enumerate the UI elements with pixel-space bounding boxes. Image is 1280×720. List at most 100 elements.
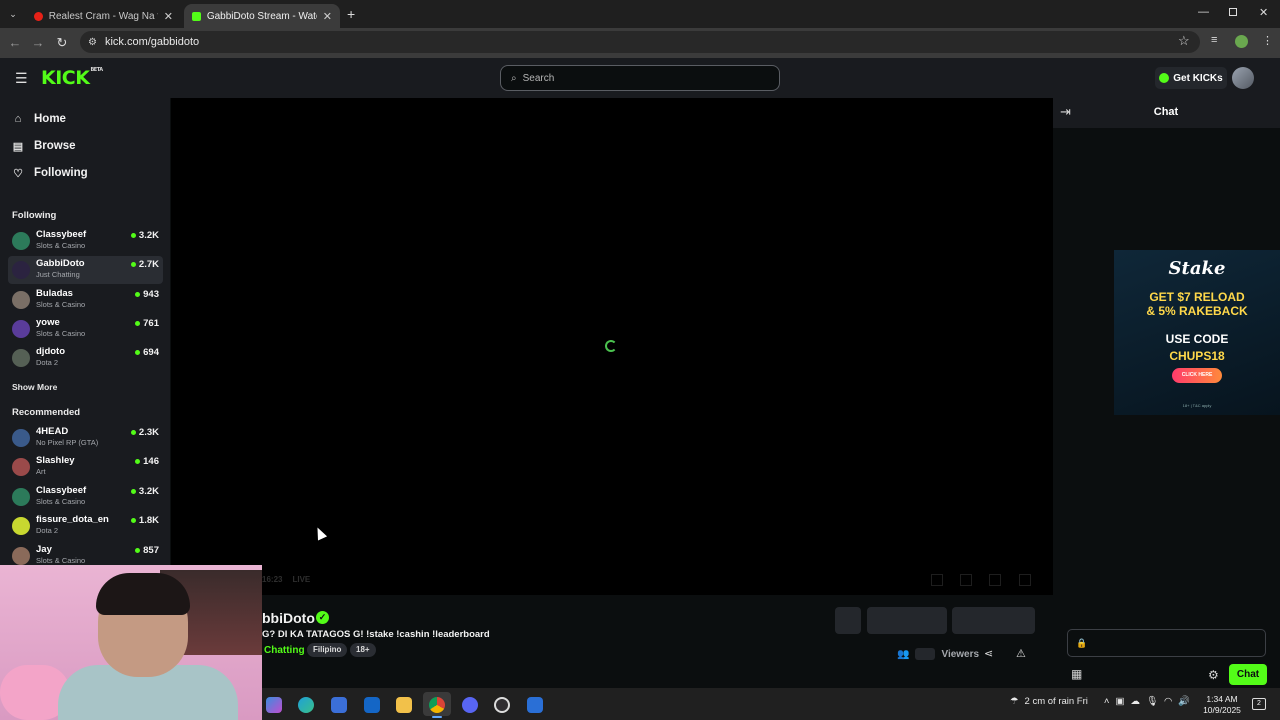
reload-button[interactable]: ↻	[53, 34, 71, 52]
viewer-count: 1.8K	[130, 515, 159, 526]
sidebar-channel[interactable]: Buladas Slots & Casino 943	[8, 286, 163, 314]
network-icon[interactable]: ◠	[1164, 696, 1172, 707]
channel-category: Slots & Casino	[36, 300, 86, 309]
store-icon[interactable]: ▦	[1071, 667, 1082, 681]
live-dot-icon	[130, 233, 136, 238]
media-control-icon[interactable]: ≡	[1211, 34, 1217, 46]
search-input[interactable]: ⌕ Search	[500, 65, 780, 91]
report-icon[interactable]: ⚠	[1016, 647, 1026, 660]
weather-text[interactable]: 2 cm of rain Fri	[1025, 696, 1088, 707]
ad-brand: Stake	[1168, 258, 1226, 279]
nav-label: Following	[34, 167, 88, 179]
following-heading: Following	[12, 210, 57, 221]
sidebar-channel[interactable]: Classybeef Slots & Casino 3.2K	[8, 227, 163, 255]
sidebar-channel[interactable]: djdoto Dota 2 694	[8, 344, 163, 372]
channel-name: fissure_dota_en	[36, 514, 109, 525]
notification-icon[interactable]: 2	[1252, 698, 1266, 710]
sidebar-channel[interactable]: Slashley Art 146	[8, 453, 163, 481]
viewer-count-placeholder	[915, 648, 936, 660]
heart-icon: ♡	[13, 167, 23, 180]
picture-in-picture-icon[interactable]	[989, 574, 1001, 586]
stake-ad-banner[interactable]: Stake GET $7 RELOAD & 5% RAKEBACK USE CO…	[1114, 250, 1280, 415]
close-window-button[interactable]: ✕	[1259, 6, 1268, 19]
channel-name: Jay	[36, 544, 52, 555]
channel-name: djdoto	[36, 346, 66, 357]
microphone-icon[interactable]: 🎙	[1146, 696, 1158, 707]
obs-icon[interactable]	[494, 697, 510, 713]
clip-icon[interactable]	[960, 574, 972, 586]
channel-name: 4HEAD	[36, 426, 69, 437]
live-indicator: LIVE	[292, 575, 311, 584]
sidebar-channel[interactable]: GabbiDoto Just Chatting 2.7K	[8, 256, 163, 284]
sidebar-channel[interactable]: fissure_dota_en Dota 2 1.8K	[8, 512, 163, 540]
chat-message-input[interactable]	[1067, 629, 1266, 657]
copilot-icon[interactable]	[266, 697, 282, 713]
ad-cta-button[interactable]: CLICK HERE	[1172, 368, 1222, 383]
address-bar[interactable]: ⚙ kick.com/gabbidoto	[80, 31, 1200, 53]
tab-list-button[interactable]: ⌄	[6, 7, 20, 21]
user-avatar[interactable]	[1232, 67, 1254, 89]
show-hidden-icons[interactable]: ˄	[1104, 696, 1110, 707]
site-info-icon[interactable]: ⚙	[88, 37, 97, 48]
tag-18-plus[interactable]: 18+	[350, 643, 376, 657]
tab-gabbidoto[interactable]: GabbiDoto Stream - Watch Live ✕	[184, 4, 340, 28]
channel-category: Slots & Casino	[36, 497, 86, 506]
chrome-active-indicator	[432, 716, 442, 718]
sidebar-channel[interactable]: 4HEAD No Pixel RP (GTA) 2.3K	[8, 424, 163, 452]
send-chat-button[interactable]: Chat	[1229, 664, 1267, 685]
sidebar-nav-browse[interactable]: ▤ Browse	[12, 136, 76, 156]
channel-avatar	[12, 349, 30, 367]
taskbar-clock[interactable]: 1:34 AM 10/9/2025	[1200, 694, 1244, 716]
ad-fine-print: 18+ | T&C apply	[1182, 403, 1212, 408]
viewer-count-text: 1.8K	[138, 515, 159, 526]
viewer-count-text: 694	[143, 347, 159, 358]
file-explorer-icon[interactable]	[396, 697, 412, 713]
close-tab-icon[interactable]: ✕	[323, 10, 332, 23]
sidebar-channel[interactable]: yowe Slots & Casino 761	[8, 315, 163, 343]
chrome-icon[interactable]	[429, 697, 445, 713]
store-app-icon[interactable]	[331, 697, 347, 713]
chat-settings-gear-icon[interactable]: ⚙	[1208, 668, 1219, 682]
viewer-count: 146	[135, 456, 159, 467]
streamer-name[interactable]: bbiDoto	[262, 610, 315, 626]
forward-button[interactable]: →	[29, 34, 47, 52]
hamburger-menu-icon[interactable]: ☰	[15, 70, 28, 87]
fullscreen-icon[interactable]	[1019, 574, 1031, 586]
tab-realest-cram[interactable]: Realest Cram - Wag Na feat. Cl ✕	[26, 4, 181, 28]
show-more-button[interactable]: Show More	[12, 382, 57, 392]
minimize-button[interactable]: —	[1198, 6, 1209, 18]
new-tab-button[interactable]: +	[347, 6, 355, 22]
outlook-icon[interactable]	[364, 697, 380, 713]
restore-button[interactable]	[1229, 8, 1237, 16]
close-tab-icon[interactable]: ✕	[164, 10, 173, 23]
share-icon[interactable]: ⋖	[984, 647, 993, 660]
discord-icon[interactable]	[462, 697, 478, 713]
sidebar-nav-home[interactable]: ⌂ Home	[12, 109, 66, 129]
stream-category-link[interactable]: Chatting	[264, 645, 305, 656]
app-window-icon[interactable]	[527, 697, 543, 713]
logo-badge: BETA	[90, 67, 103, 73]
tray-app-icon[interactable]: ▣	[1115, 696, 1124, 707]
viewer-count: 3.2K	[130, 230, 159, 241]
loading-spinner-icon	[605, 340, 617, 352]
channel-avatar	[12, 232, 30, 250]
back-button[interactable]: ←	[6, 34, 24, 52]
volume-icon[interactable]: 🔊	[1178, 696, 1190, 707]
theater-mode-icon[interactable]	[931, 574, 943, 586]
home-icon: ⌂	[14, 113, 22, 125]
bookmark-star-icon[interactable]: ☆	[1178, 33, 1190, 49]
profile-icon[interactable]	[1235, 35, 1248, 48]
tag-filipino[interactable]: Filipino	[307, 643, 348, 657]
channel-category: Art	[36, 467, 46, 476]
sidebar-channel[interactable]: Classybeef Slots & Casino 3.2K	[8, 483, 163, 511]
kick-logo[interactable]: KICKBETA	[41, 67, 103, 89]
edge-icon[interactable]	[298, 697, 314, 713]
live-dot-icon	[135, 548, 141, 553]
onedrive-icon[interactable]: ☁	[1130, 696, 1140, 707]
viewer-count: 2.3K	[130, 427, 159, 438]
sidebar-nav-following[interactable]: ♡ Following	[12, 163, 88, 183]
browser-menu-icon[interactable]: ⋮	[1262, 34, 1273, 47]
nav-label: Browse	[34, 140, 76, 152]
get-kicks-button[interactable]: Get KICKs	[1155, 67, 1227, 89]
collapse-chat-icon[interactable]: ⇥	[1060, 104, 1071, 120]
